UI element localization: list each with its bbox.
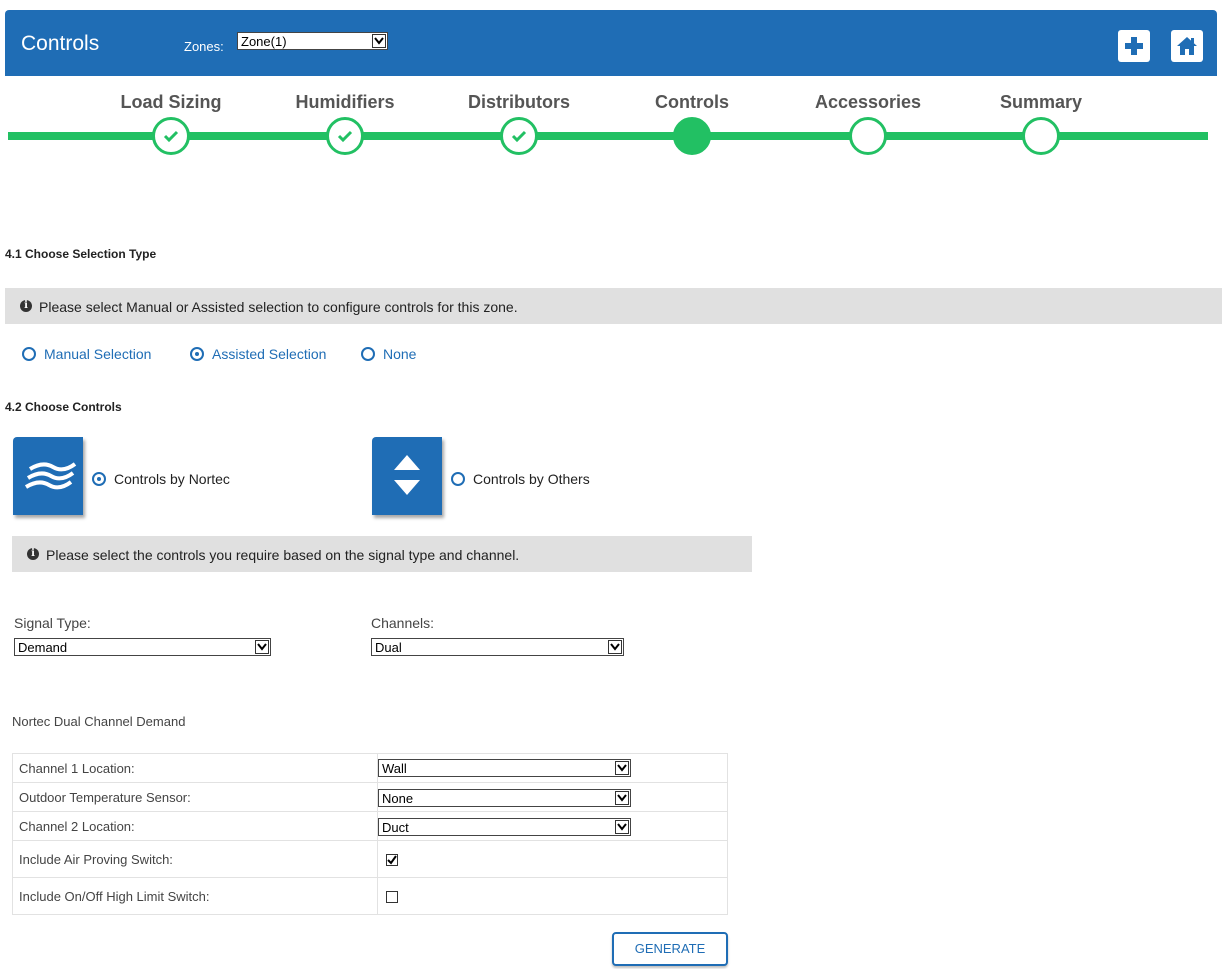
step-label-controls: Controls	[655, 92, 729, 112]
nortec-tile[interactable]	[13, 437, 83, 515]
info-text-selection: Please select Manual or Assisted selecti…	[39, 299, 518, 315]
step-label-summary: Summary	[999, 92, 1083, 112]
chevron-down-icon	[615, 761, 629, 775]
up-down-arrows-icon	[394, 455, 420, 495]
radio-none[interactable]	[361, 347, 375, 361]
chevron-down-icon	[615, 820, 629, 834]
step-load-sizing[interactable]	[152, 117, 190, 155]
outdoor-sensor-select[interactable]: None	[378, 789, 631, 807]
config-title: Nortec Dual Channel Demand	[12, 714, 186, 729]
channels-select[interactable]: Dual	[371, 638, 624, 656]
label-controls-by-others[interactable]: Controls by Others	[473, 471, 590, 487]
info-icon: i	[27, 548, 39, 560]
radio-label-manual[interactable]: Manual Selection	[44, 346, 151, 362]
radio-controls-by-nortec[interactable]	[92, 472, 106, 486]
generate-button[interactable]: GENERATE	[612, 932, 728, 966]
step-accessories[interactable]	[849, 117, 887, 155]
step-label-load-sizing: Load Sizing	[120, 92, 222, 112]
step-label-humidifiers: Humidifiers	[295, 92, 395, 112]
row-label: Channel 2 Location:	[12, 811, 378, 841]
signal-type-label: Signal Type:	[14, 615, 91, 631]
add-button[interactable]	[1118, 30, 1150, 62]
row-label: Outdoor Temperature Sensor:	[12, 782, 378, 812]
checkmark-icon	[387, 855, 397, 865]
step-label-accessories: Accessories	[814, 92, 922, 112]
home-button[interactable]	[1171, 30, 1203, 62]
info-bar-selection: i Please select Manual or Assisted selec…	[5, 288, 1222, 324]
signal-type-value: Demand	[18, 640, 68, 655]
info-bar-controls: i Please select the controls you require…	[12, 536, 752, 572]
chevron-down-icon	[372, 34, 386, 48]
chevron-down-icon	[615, 791, 629, 805]
step-label-distributors: Distributors	[467, 92, 571, 112]
radio-assisted-selection[interactable]	[190, 347, 204, 361]
step-distributors[interactable]	[500, 117, 538, 155]
radio-label-assisted[interactable]: Assisted Selection	[212, 346, 326, 362]
channel-2-location-select[interactable]: Duct	[378, 818, 631, 836]
info-text-controls: Please select the controls you require b…	[46, 547, 520, 563]
home-icon	[1177, 37, 1197, 55]
air-proving-switch-checkbox[interactable]	[386, 854, 398, 866]
waves-icon	[24, 462, 77, 490]
section-heading-selection-type: 4.1 Choose Selection Type	[5, 247, 157, 261]
step-summary[interactable]	[1022, 117, 1060, 155]
radio-manual-selection[interactable]	[22, 347, 36, 361]
channels-value: Dual	[375, 640, 402, 655]
row-value-cell	[377, 877, 728, 915]
chevron-down-icon	[255, 640, 269, 654]
table-row: Include On/Off High Limit Switch:	[12, 877, 728, 915]
row-label: Channel 1 Location:	[12, 753, 378, 783]
zone-select-value: Zone(1)	[241, 34, 287, 49]
step-controls[interactable]	[673, 117, 711, 155]
radio-controls-by-others[interactable]	[451, 472, 465, 486]
check-icon	[337, 130, 353, 143]
high-limit-switch-checkbox[interactable]	[386, 891, 398, 903]
channel-2-location-value: Duct	[382, 820, 409, 835]
others-tile[interactable]	[372, 437, 442, 515]
radio-label-none[interactable]: None	[383, 346, 416, 362]
table-row: Include Air Proving Switch:	[12, 840, 728, 878]
step-humidifiers[interactable]	[326, 117, 364, 155]
check-icon	[163, 130, 179, 143]
section-heading-controls: 4.2 Choose Controls	[5, 400, 122, 414]
label-controls-by-nortec[interactable]: Controls by Nortec	[114, 471, 230, 487]
chevron-down-icon	[608, 640, 622, 654]
row-label: Include Air Proving Switch:	[12, 840, 378, 878]
zone-select[interactable]: Zone(1)	[237, 32, 388, 50]
row-label: Include On/Off High Limit Switch:	[12, 877, 378, 915]
outdoor-sensor-value: None	[382, 791, 414, 806]
header-bar: Controls Zones: Zone(1)	[5, 10, 1217, 76]
info-icon: i	[20, 300, 32, 312]
page-title: Controls	[21, 32, 100, 55]
signal-type-select[interactable]: Demand	[14, 638, 271, 656]
check-icon	[511, 130, 527, 143]
channels-label: Channels:	[371, 615, 435, 631]
zones-label: Zones:	[184, 39, 224, 54]
row-value-cell	[377, 840, 728, 878]
channel-1-location-select[interactable]: Wall	[378, 759, 631, 777]
channel-1-location-value: Wall	[382, 761, 407, 776]
plus-icon	[1125, 37, 1143, 55]
